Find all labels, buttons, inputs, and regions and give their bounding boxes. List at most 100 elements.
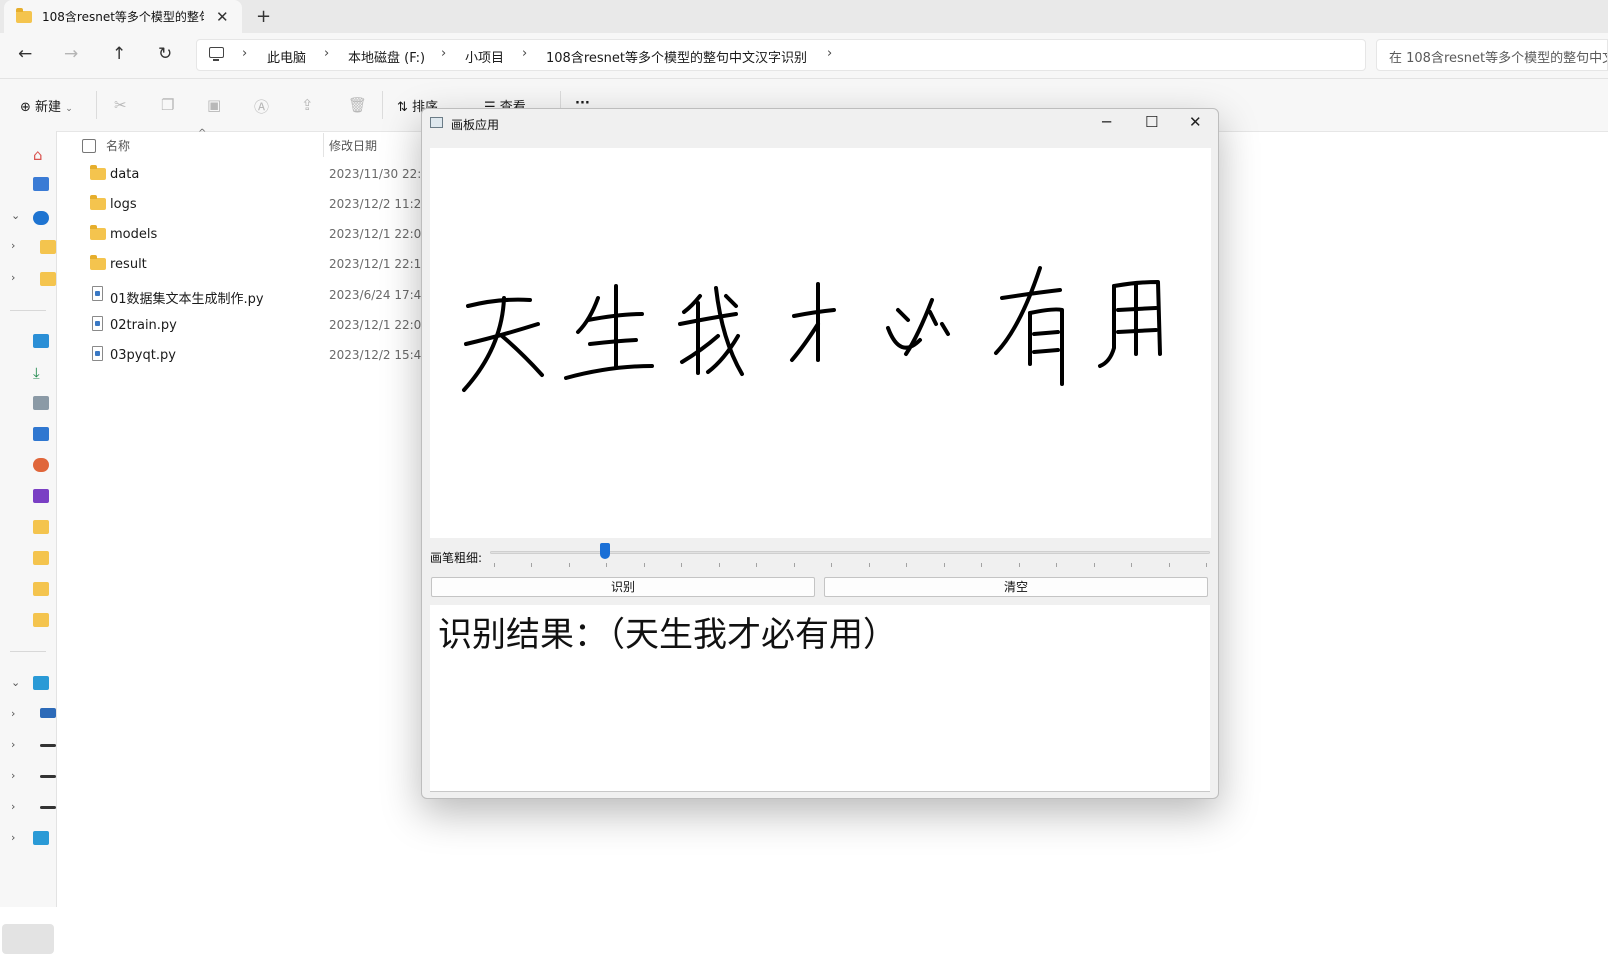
folder-icon[interactable] <box>40 240 56 254</box>
folder-icon <box>90 255 106 270</box>
breadcrumb-subfolder[interactable]: 小项目 <box>465 47 504 66</box>
new-tab-button[interactable]: + <box>256 6 271 27</box>
chevron-down-icon: ⌄ <box>65 104 73 114</box>
chevron-right-icon[interactable]: › <box>11 239 15 252</box>
home-icon[interactable]: ⌂ <box>33 146 49 164</box>
drawing-canvas[interactable] <box>430 148 1211 538</box>
breadcrumb-current[interactable]: 108含resnet等多个模型的整句中文汉字识别 <box>546 47 807 66</box>
folder-icon[interactable] <box>40 272 56 286</box>
chevron-right-icon[interactable]: › <box>11 769 15 782</box>
file-row[interactable]: 02train.py 2023/12/1 22:07 <box>88 315 429 339</box>
chevron-right-icon[interactable]: › <box>11 738 15 751</box>
cut-icon[interactable]: ✂ <box>114 96 127 114</box>
maximize-icon[interactable]: ☐ <box>1145 113 1158 131</box>
window-title-bar[interactable]: 画板应用 ─ ☐ ✕ <box>422 109 1218 137</box>
pictures-icon[interactable] <box>33 427 49 441</box>
close-tab-icon[interactable]: ✕ <box>216 8 229 26</box>
chevron-down-icon[interactable]: ⌄ <box>11 676 20 689</box>
folder-icon[interactable] <box>33 582 49 596</box>
file-row[interactable]: logs 2023/12/2 11:24 <box>88 194 429 218</box>
file-row[interactable]: result 2023/12/1 22:14 <box>88 254 429 278</box>
copy-icon[interactable]: ❐ <box>161 96 174 114</box>
computer-icon <box>209 47 224 61</box>
drive-icon[interactable] <box>40 775 56 778</box>
clear-button[interactable]: 清空 <box>824 577 1208 597</box>
pen-width-slider-thumb[interactable] <box>600 543 611 559</box>
chevron-right-icon[interactable]: › <box>324 46 329 61</box>
ink-stroke <box>724 294 738 308</box>
recognize-button[interactable]: 识别 <box>431 577 815 597</box>
result-text-area[interactable]: 识别结果：（天生我才必有用） <box>430 605 1210 792</box>
column-header-modified[interactable]: 修改日期 <box>329 137 377 154</box>
rename-icon[interactable]: Ⓐ <box>254 96 269 117</box>
window-title: 画板应用 <box>451 118 500 132</box>
folder-icon[interactable] <box>33 613 49 627</box>
chevron-right-icon[interactable]: › <box>522 46 527 61</box>
chevron-right-icon[interactable]: › <box>11 831 15 844</box>
chevron-right-icon[interactable]: › <box>827 46 832 61</box>
file-date: 2023/6/24 17:41 <box>329 288 429 302</box>
drive-icon[interactable] <box>40 744 56 747</box>
column-header-name[interactable]: 名称 <box>106 137 130 154</box>
pen-width-slider[interactable] <box>490 551 1210 554</box>
file-name: models <box>110 227 158 242</box>
slider-tick <box>1131 563 1133 567</box>
file-name: 03pyqt.py <box>110 348 176 363</box>
network-drive-icon[interactable] <box>40 708 56 718</box>
breadcrumb-this-pc[interactable]: 此电脑 <box>267 47 306 66</box>
divider <box>10 310 46 311</box>
slider-tick <box>606 563 608 567</box>
chevron-right-icon[interactable]: › <box>242 46 247 61</box>
select-all-checkbox[interactable] <box>82 139 96 153</box>
share-icon[interactable]: ⇪ <box>301 96 314 114</box>
folder-icon[interactable] <box>33 551 49 565</box>
onedrive-icon[interactable] <box>33 211 49 225</box>
file-row[interactable]: 01数据集文本生成制作.py 2023/6/24 17:41 <box>88 285 429 309</box>
forward-button[interactable]: → <box>64 44 78 64</box>
documents-icon[interactable] <box>33 396 49 410</box>
refresh-button[interactable]: ↻ <box>158 44 172 64</box>
chevron-down-icon[interactable]: ⌄ <box>11 209 20 222</box>
slider-tick <box>494 563 495 567</box>
tab-current-folder[interactable]: 108含resnet等多个模型的整句中文汉字识别 ✕ <box>4 0 242 33</box>
close-icon[interactable]: ✕ <box>1189 113 1202 131</box>
file-name: 02train.py <box>110 318 177 333</box>
tab-title: 108含resnet等多个模型的整句中文汉字识别 <box>42 10 204 24</box>
folder-icon[interactable] <box>33 520 49 534</box>
videos-icon[interactable] <box>33 489 49 503</box>
new-button[interactable]: ⊕ 新建 ⌄ <box>20 96 73 115</box>
slider-tick <box>531 563 533 567</box>
back-button[interactable]: ← <box>18 44 32 64</box>
minimize-icon[interactable]: ─ <box>1102 113 1111 131</box>
drive-icon[interactable] <box>40 806 56 809</box>
slider-tick <box>1056 563 1058 567</box>
chevron-right-icon[interactable]: › <box>441 46 446 61</box>
delete-icon[interactable]: 🗑 <box>348 96 367 114</box>
ink-stroke <box>500 334 544 377</box>
music-icon[interactable] <box>33 458 49 472</box>
file-row[interactable]: models 2023/12/1 22:02 <box>88 224 429 248</box>
ink-stroke <box>588 338 638 346</box>
tab-bar: 108含resnet等多个模型的整句中文汉字识别 ✕ + <box>0 0 1608 33</box>
network-icon[interactable] <box>33 831 49 845</box>
slider-tick <box>906 563 908 567</box>
plus-circle-icon: ⊕ <box>20 100 31 115</box>
desktop-icon[interactable] <box>33 334 49 348</box>
file-row[interactable]: data 2023/11/30 22:3 <box>88 164 429 188</box>
file-row[interactable]: 03pyqt.py 2023/12/2 15:41 <box>88 345 429 369</box>
search-input[interactable]: 在 108含resnet等多个模型的整句中文汉字识别 中搜索 <box>1376 39 1608 71</box>
breadcrumb[interactable]: › 此电脑 › 本地磁盘 (F:) › 小项目 › 108含resnet等多个模… <box>196 39 1366 71</box>
chevron-right-icon[interactable]: › <box>11 271 15 284</box>
chevron-right-icon[interactable]: › <box>11 800 15 813</box>
this-pc-icon[interactable] <box>33 676 49 690</box>
breadcrumb-drive[interactable]: 本地磁盘 (F:) <box>348 47 425 66</box>
downloads-icon[interactable]: ⤓ <box>33 364 49 382</box>
new-button-label: 新建 <box>35 100 62 115</box>
chevron-right-icon[interactable]: › <box>11 707 15 720</box>
ink-stroke <box>678 312 738 326</box>
ink-stroke <box>1032 348 1060 354</box>
gallery-icon[interactable] <box>33 177 49 191</box>
up-button[interactable]: ↑ <box>112 44 126 64</box>
column-divider[interactable] <box>323 133 324 157</box>
paste-icon[interactable]: ▣ <box>207 96 221 114</box>
